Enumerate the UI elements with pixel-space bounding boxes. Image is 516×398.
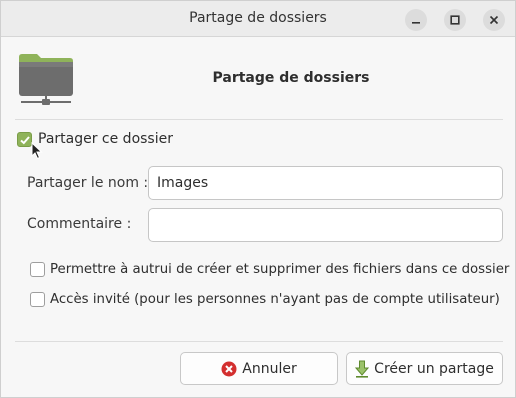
cancel-label: Annuler (242, 360, 297, 377)
close-button[interactable] (483, 9, 505, 31)
create-share-button[interactable]: Créer un partage (346, 352, 503, 385)
maximize-button[interactable] (444, 9, 466, 31)
header-title: Partage de dossiers (212, 70, 370, 86)
maximize-icon (450, 15, 460, 25)
folder-sharing-window: Partage de dossiers Partage de dossiers … (0, 0, 516, 398)
comment-label: Commentaire : (27, 216, 132, 232)
guest-access-label: Accès invité (pour les personnes n'ayant… (50, 291, 500, 307)
mouse-cursor-icon (31, 142, 43, 160)
checkmark-icon (20, 135, 30, 144)
share-name-input[interactable] (148, 166, 503, 200)
minimize-button[interactable] (405, 9, 427, 31)
share-folder-label: Partager ce dossier (38, 131, 173, 147)
cancel-button[interactable]: Annuler (180, 352, 338, 385)
close-icon (489, 15, 499, 25)
share-folder-checkbox[interactable] (17, 131, 32, 147)
dialog-header: Partage de dossiers (1, 37, 515, 119)
comment-input[interactable] (148, 208, 503, 242)
share-name-label: Partager le nom : (27, 175, 149, 191)
separator (15, 119, 503, 120)
folder-network-icon (19, 54, 73, 105)
allow-others-checkbox[interactable] (30, 261, 45, 277)
create-share-label: Créer un partage (374, 360, 494, 377)
cancel-icon (221, 361, 237, 377)
allow-others-label: Permettre à autrui de créer et supprimer… (50, 261, 510, 277)
window-title: Partage de dossiers (189, 10, 327, 26)
guest-access-checkbox[interactable] (30, 291, 45, 307)
guest-access-row[interactable]: Accès invité (pour les personnes n'ayant… (30, 290, 500, 308)
titlebar[interactable]: Partage de dossiers (1, 1, 515, 37)
minimize-icon (412, 22, 420, 24)
download-arrow-icon (355, 360, 370, 378)
separator (15, 341, 503, 342)
allow-others-row[interactable]: Permettre à autrui de créer et supprimer… (30, 260, 509, 278)
